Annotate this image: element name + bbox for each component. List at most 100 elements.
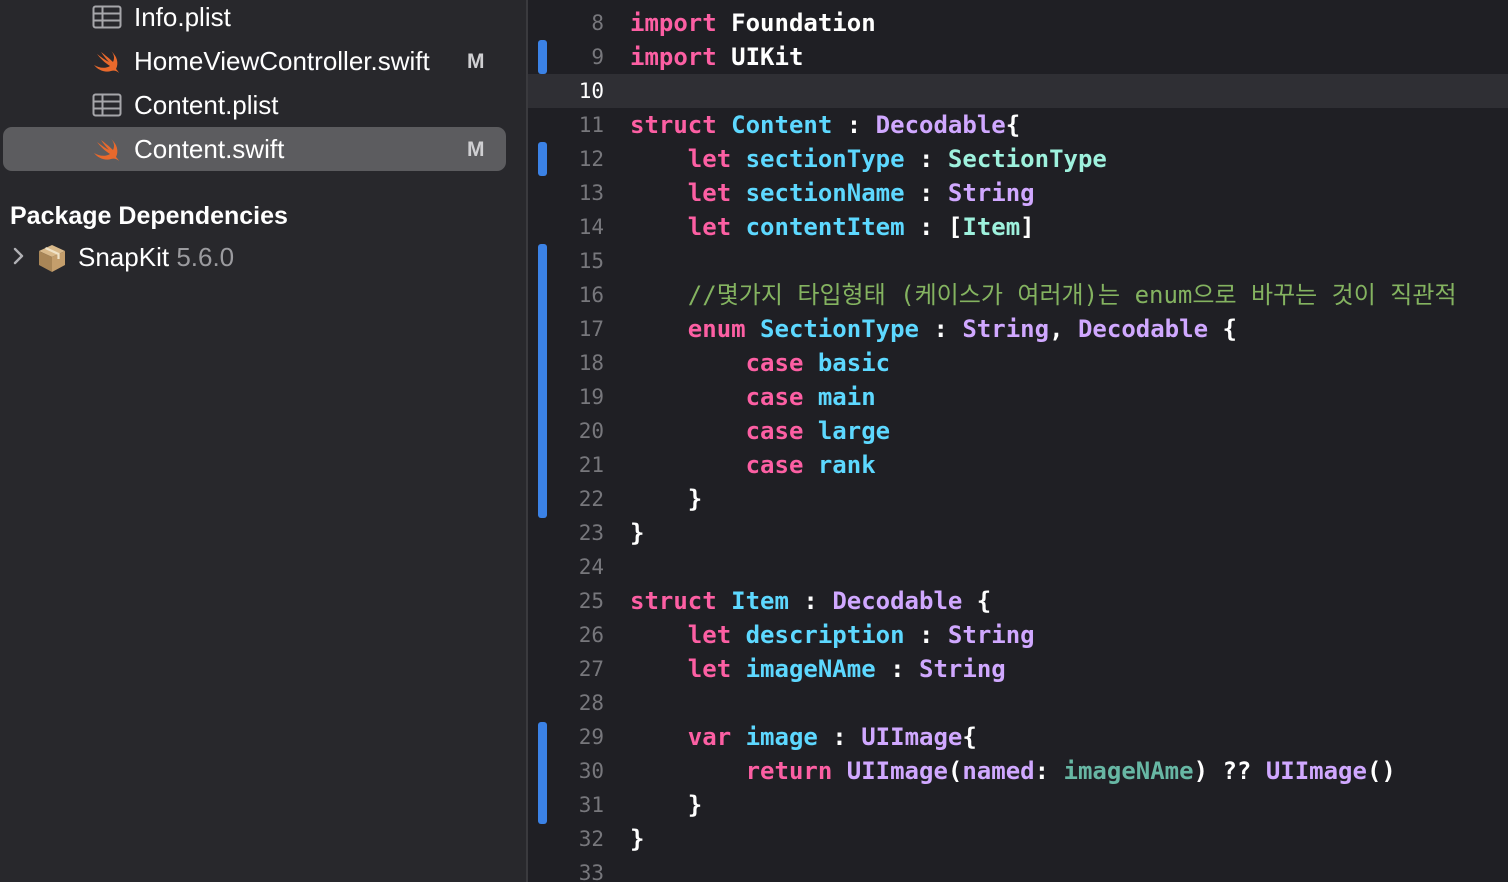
change-bar-lines-15-22[interactable] bbox=[538, 244, 547, 518]
line-number: 14 bbox=[578, 215, 604, 239]
code-line[interactable]: 29 var image : UIImage{ bbox=[528, 720, 1508, 754]
code-line[interactable]: 18 case basic bbox=[528, 346, 1508, 380]
code-token: var bbox=[687, 723, 732, 751]
code-token: Foundation bbox=[716, 9, 876, 37]
code-token: struct bbox=[630, 587, 717, 615]
code-line[interactable]: 22 } bbox=[528, 482, 1508, 516]
code-line[interactable]: 19 case main bbox=[528, 380, 1508, 414]
code-token: basic bbox=[817, 349, 891, 377]
code-token: let bbox=[687, 179, 732, 207]
swift-file-icon bbox=[94, 139, 119, 161]
file-row[interactable]: Info.plist bbox=[0, 0, 526, 39]
code-token: Item bbox=[731, 587, 789, 615]
code-line[interactable]: 27 let imageNAme : String bbox=[528, 652, 1508, 686]
code-line[interactable]: 31 } bbox=[528, 788, 1508, 822]
chevron-right-icon[interactable] bbox=[11, 246, 27, 266]
code-line[interactable]: 24 bbox=[528, 550, 1508, 584]
code-line[interactable]: 21 case rank bbox=[528, 448, 1508, 482]
code-text: import Foundation bbox=[630, 8, 876, 38]
code-token: : bbox=[817, 723, 862, 751]
code-token: sectionName bbox=[745, 179, 905, 207]
code-line[interactable]: 9 import UIKit bbox=[528, 40, 1508, 74]
line-number: 31 bbox=[578, 793, 604, 817]
code-text: enum SectionType : String, Decodable { bbox=[630, 314, 1237, 344]
code-token: SectionType bbox=[947, 145, 1107, 173]
line-number: 9 bbox=[591, 45, 604, 69]
line-number: 10 bbox=[578, 79, 604, 103]
code-text: return UIImage(named: imageNAme) ?? UIIm… bbox=[630, 756, 1396, 786]
code-line[interactable]: 26 let description : String bbox=[528, 618, 1508, 652]
file-row[interactable]: Content.plist bbox=[0, 83, 526, 127]
code-token: Decodable bbox=[1077, 315, 1209, 343]
code-token: UIImage bbox=[1265, 757, 1367, 785]
code-token: contentItem bbox=[745, 213, 905, 241]
code-text: let description : String bbox=[630, 620, 1035, 650]
code-line[interactable]: 8 import Foundation bbox=[528, 6, 1508, 40]
line-number: 33 bbox=[578, 861, 604, 882]
code-line[interactable]: 33 bbox=[528, 856, 1508, 882]
code-token: case bbox=[745, 349, 804, 377]
package-row-snapkit[interactable]: SnapKit 5.6.0 bbox=[0, 236, 526, 278]
code-line[interactable]: 13 let sectionName : String bbox=[528, 176, 1508, 210]
code-line[interactable]: 32} bbox=[528, 822, 1508, 856]
code-text: var image : UIImage{ bbox=[630, 722, 977, 752]
code-token: let bbox=[687, 655, 732, 683]
code-line[interactable]: 17 enum SectionType : String, Decodable … bbox=[528, 312, 1508, 346]
swift-file-icon bbox=[94, 51, 119, 73]
change-bar-line-12[interactable] bbox=[538, 142, 547, 176]
code-editor[interactable]: 8 import Foundation 9 import UIKit 10 11 struc… bbox=[528, 0, 1508, 882]
code-line[interactable]: 12 let sectionType : SectionType bbox=[528, 142, 1508, 176]
code-line[interactable]: 23} bbox=[528, 516, 1508, 550]
code-token: { bbox=[962, 587, 992, 615]
code-text: struct Content : Decodable{ bbox=[630, 110, 1020, 140]
code-token: UIImage bbox=[861, 723, 963, 751]
line-number: 19 bbox=[578, 385, 604, 409]
line-number: 24 bbox=[578, 555, 604, 579]
file-row[interactable]: HomeViewController.swift M bbox=[0, 39, 526, 83]
code-line[interactable]: 28 bbox=[528, 686, 1508, 720]
file-row[interactable]: Content.swift M bbox=[0, 127, 526, 171]
code-text: struct Item : Decodable { bbox=[630, 586, 991, 616]
code-token: { bbox=[1208, 315, 1237, 343]
package-box-icon bbox=[39, 245, 65, 272]
code-token: String bbox=[947, 179, 1035, 207]
code-token: let bbox=[687, 145, 732, 173]
code-token: } bbox=[630, 519, 645, 547]
code-text: case rank bbox=[630, 450, 876, 480]
line-number: 15 bbox=[578, 249, 604, 273]
code-token: rank bbox=[817, 451, 876, 479]
code-line[interactable]: 14 let contentItem : [Item] bbox=[528, 210, 1508, 244]
current-line[interactable]: 10 bbox=[528, 74, 1508, 108]
line-number: 32 bbox=[578, 827, 604, 851]
line-number: 28 bbox=[578, 691, 604, 715]
code-text: } bbox=[630, 824, 644, 854]
change-bar-line-9[interactable] bbox=[538, 40, 547, 74]
code-line[interactable]: 20 case large bbox=[528, 414, 1508, 448]
change-bar-lines-29-31[interactable] bbox=[538, 722, 547, 824]
code-token: ) ?? bbox=[1193, 757, 1266, 785]
code-token: case bbox=[745, 383, 804, 411]
code-token: : [ bbox=[904, 213, 963, 241]
line-number: 20 bbox=[578, 419, 604, 443]
code-line[interactable]: 30 return UIImage(named: imageNAme) ?? U… bbox=[528, 754, 1508, 788]
code-token: } bbox=[630, 825, 645, 853]
code-line[interactable]: 11 struct Content : Decodable{ bbox=[528, 108, 1508, 142]
line-number: 17 bbox=[578, 317, 604, 341]
code-token: let bbox=[687, 621, 732, 649]
file-name: Content.plist bbox=[134, 90, 279, 120]
code-token: : bbox=[875, 655, 920, 683]
code-line[interactable]: 15 bbox=[528, 244, 1508, 278]
code-text: case large bbox=[630, 416, 891, 446]
code-token: imageNAme bbox=[1063, 757, 1194, 785]
code-token: ] bbox=[1020, 213, 1035, 241]
code-line[interactable]: 25 struct Item : Decodable { bbox=[528, 584, 1508, 618]
code-line[interactable]: 16 //몇가지 타입형태 (케이스가 여러개)는 enum으로 바꾸는 것이 … bbox=[528, 278, 1508, 312]
